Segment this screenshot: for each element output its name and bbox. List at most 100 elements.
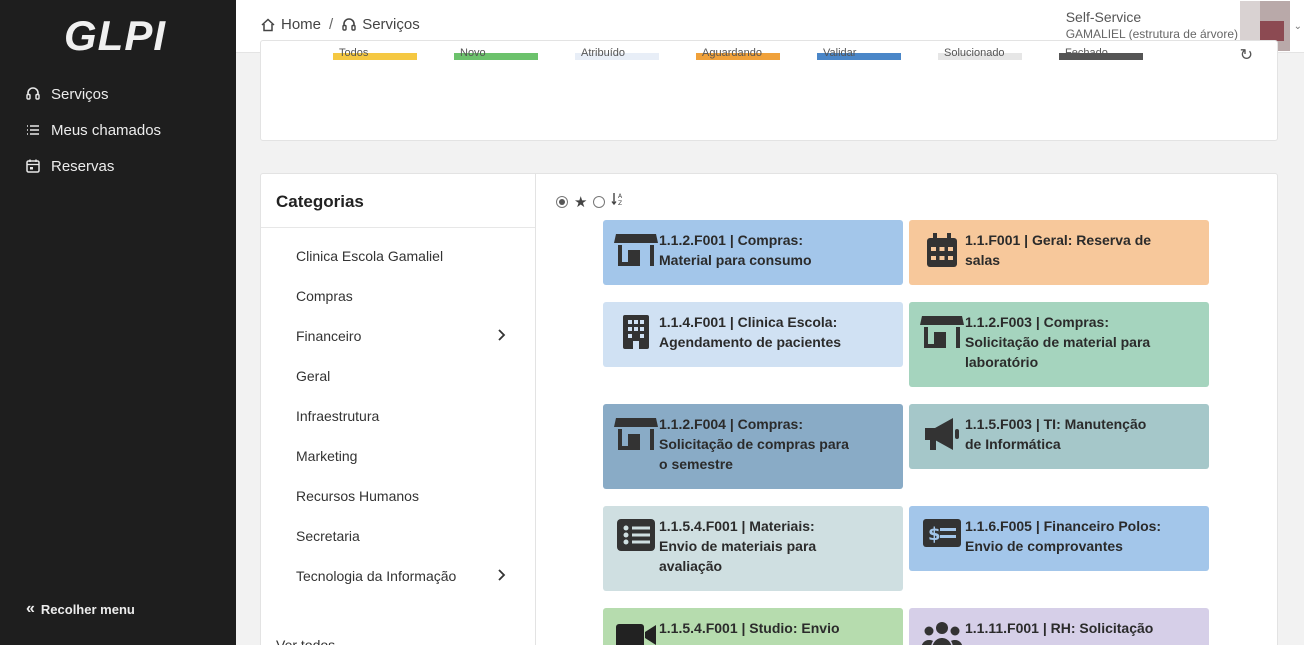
list-icon: [24, 121, 42, 139]
form-title-line: 1.1.11.F001 | RH: Solicitação: [965, 620, 1154, 636]
form-title-line: 1.1.F001 | Geral: Reserva de: [965, 232, 1152, 248]
chevron-right-icon[interactable]: [497, 568, 507, 585]
sidebar-item-reservas[interactable]: Reservas: [0, 148, 236, 184]
category-label: Tecnologia da Informação: [296, 568, 457, 584]
status-label: Atribuído: [581, 47, 626, 59]
list-alt-icon: [613, 516, 659, 581]
category-item[interactable]: Geral: [261, 356, 535, 396]
form-title-line: 1.1.2.F003 | Compras:: [965, 314, 1109, 330]
form-tile[interactable]: 1.1.11.F001 | RH: Solicitação: [909, 608, 1209, 645]
form-title: 1.1.5.F003 | TI: Manutenção de Informátic…: [965, 414, 1146, 459]
status-filter[interactable]: Todos: [333, 47, 417, 60]
status-filter[interactable]: Aguardando: [696, 47, 780, 60]
category-label: Secretaria: [296, 528, 360, 544]
form-tile[interactable]: 1.1.4.F001 | Clinica Escola: Agendamento …: [603, 302, 903, 367]
collapse-menu-label: Recolher menu: [40, 601, 135, 617]
form-title-line: de Informática: [965, 436, 1061, 452]
view-all-link[interactable]: Ver todos: [276, 637, 335, 645]
category-item[interactable]: Clinica Escola Gamaliel: [261, 236, 535, 276]
profile-name: Self-Service: [1065, 9, 1142, 25]
status-filter[interactable]: Solucionado: [938, 47, 1022, 60]
category-item[interactable]: Compras: [261, 276, 535, 316]
form-title: 1.1.6.F005 | Financeiro Polos: Envio de c…: [965, 516, 1161, 561]
form-title-line: 1.1.5.4.F001 | Materiais:: [659, 518, 815, 534]
svg-text:$: $: [928, 524, 941, 545]
money-icon: $: [919, 516, 965, 561]
sort-alpha-icon: AZ: [611, 192, 627, 211]
svg-text:A: A: [618, 193, 623, 200]
category-item[interactable]: Tecnologia da Informação: [261, 556, 535, 596]
calendar-icon: [919, 230, 965, 275]
video-icon: [613, 618, 659, 645]
status-filter[interactable]: Fechado: [1059, 47, 1143, 60]
form-title-line: Solicitação de material para: [965, 334, 1151, 350]
category-label: Financeiro: [296, 328, 362, 344]
divider: [261, 227, 535, 228]
form-title: 1.1.11.F001 | RH: Solicitação: [965, 618, 1153, 645]
form-title-line: 1.1.6.F005 | Financeiro Polos:: [965, 518, 1162, 534]
breadcrumb: Home / Serviços: [260, 16, 420, 33]
form-tile[interactable]: 1.1.2.F003 | Compras: Solicitação de mate…: [909, 302, 1209, 387]
sidebar-item-servicos[interactable]: Serviços: [0, 76, 236, 112]
form-tile[interactable]: 1.1.5.4.F001 | Studio: Envio: [603, 608, 903, 645]
status-label: Fechado: [1065, 47, 1108, 59]
sidebar-item-label: Reservas: [51, 157, 115, 175]
form-tile[interactable]: 1.1.2.F001 | Compras: Material para consu…: [603, 220, 903, 285]
form-title-line: 1.1.2.F004 | Compras:: [659, 416, 803, 432]
form-tile[interactable]: 1.1.F001 | Geral: Reserva de salas: [909, 220, 1209, 285]
categories-title: Categorias: [276, 192, 364, 211]
category-item[interactable]: Infraestrutura: [261, 396, 535, 436]
form-tile[interactable]: $1.1.6.F005 | Financeiro Polos: Envio de …: [909, 506, 1209, 571]
refresh-icon[interactable]: ↻: [1240, 45, 1253, 65]
form-title: 1.1.F001 | Geral: Reserva de salas: [965, 230, 1151, 275]
svg-text:Z: Z: [618, 200, 622, 206]
categories-list: Clinica Escola Gamaliel Compras Financeiro…: [261, 236, 535, 596]
status-filter[interactable]: Novo: [454, 47, 538, 60]
breadcrumb-separator: /: [329, 16, 334, 33]
form-title-line: Envio de comprovantes: [965, 538, 1123, 554]
star-icon: ★: [574, 193, 588, 211]
store-icon: [613, 414, 659, 479]
status-label: Novo: [460, 47, 486, 59]
form-title: 1.1.2.F003 | Compras: Solicitação de mate…: [965, 312, 1150, 377]
form-tile[interactable]: 1.1.5.F003 | TI: Manutenção de Informátic…: [909, 404, 1209, 469]
status-label: Aguardando: [702, 47, 762, 59]
store-icon: [613, 230, 659, 275]
categories-panel: Categorias Clinica Escola Gamaliel Compra…: [261, 174, 536, 645]
breadcrumb-home[interactable]: Home: [281, 16, 321, 33]
form-title-line: Agendamento de pacientes: [659, 334, 842, 350]
user-profile[interactable]: Self-Service GAMALIEL (estrutura de árvo…: [1066, 9, 1238, 41]
service-catalog: Categorias Clinica Escola Gamaliel Compra…: [260, 173, 1278, 645]
chevron-down-icon: ⌄: [1293, 21, 1302, 32]
category-item[interactable]: Financeiro: [261, 316, 535, 356]
ticket-status-card: Todos Novo Atribuído Aguardando Validar Soluc…: [260, 40, 1278, 141]
form-title-line: salas: [965, 252, 1001, 268]
radio-popular[interactable]: [556, 195, 568, 208]
double-chevron-left-icon: «: [26, 600, 35, 617]
form-tile[interactable]: 1.1.5.4.F001 | Materiais: Envio de materi…: [603, 506, 903, 591]
category-item[interactable]: Secretaria: [261, 516, 535, 556]
chevron-right-icon[interactable]: [497, 328, 507, 345]
status-label: Validar: [823, 47, 857, 59]
profile-entity: GAMALIEL (estrutura de árvore): [1065, 27, 1238, 41]
collapse-menu-button[interactable]: « Recolher menu: [26, 600, 135, 618]
status-filter[interactable]: Atribuído: [575, 47, 659, 60]
status-filter[interactable]: Validar: [817, 47, 901, 60]
status-label: Solucionado: [944, 47, 1005, 59]
category-label: Recursos Humanos: [296, 488, 419, 504]
category-label: Compras: [296, 288, 353, 304]
breadcrumb-servicos[interactable]: Serviços: [362, 16, 420, 33]
ticket-status-strip: Todos Novo Atribuído Aguardando Validar Soluc…: [333, 47, 1180, 60]
radio-alphabetical[interactable]: [593, 195, 606, 208]
category-item[interactable]: Marketing: [261, 436, 535, 476]
form-title-line: Material para consumo: [659, 252, 812, 268]
category-label: Clinica Escola Gamaliel: [296, 248, 444, 264]
store-icon: [919, 312, 965, 377]
form-tile[interactable]: 1.1.2.F004 | Compras: Solicitação de comp…: [603, 404, 903, 489]
glpi-logo[interactable]: GLPI: [64, 12, 174, 59]
avatar-image: [1260, 21, 1284, 41]
sidebar-item-label: Serviços: [51, 85, 109, 103]
category-label: Infraestrutura: [296, 408, 380, 424]
category-item[interactable]: Recursos Humanos: [261, 476, 535, 516]
sidebar-item-meus-chamados[interactable]: Meus chamados: [0, 112, 236, 148]
